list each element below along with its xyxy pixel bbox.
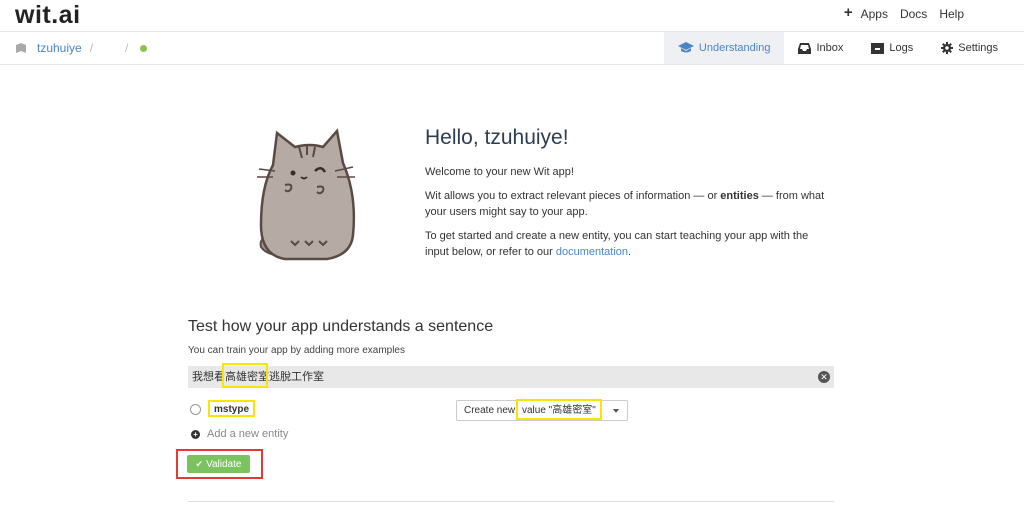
divider (188, 501, 834, 502)
welcome-title: Hello, tzuhuiye! (425, 126, 569, 149)
tab-understanding[interactable]: Understanding (663, 32, 785, 64)
welcome-instructions: To get started and create a new entity, … (425, 230, 809, 258)
nav-apps[interactable]: Apps (861, 7, 888, 21)
test-subtitle: You can train your app by adding more ex… (188, 345, 405, 356)
validate-button[interactable]: ✔ Validate (187, 455, 250, 473)
welcome-panel: Hello, tzuhuiye! Welcome to your new Wit… (425, 126, 835, 268)
add-entity-label: Add a new entity (207, 428, 289, 440)
plus-icon[interactable]: + (844, 5, 853, 21)
gear-icon (941, 42, 954, 54)
check-icon: ✔ (195, 459, 204, 469)
sentence-input[interactable]: 我想看高雄密室逃脫工作室 ✕ (188, 363, 834, 388)
tab-inbox[interactable]: Inbox (784, 32, 857, 64)
top-nav: + Apps Docs Help (844, 5, 976, 21)
tab-label: Logs (889, 42, 914, 54)
graduation-cap-icon (677, 42, 694, 53)
entity-name[interactable]: mstype (208, 400, 256, 417)
tab-settings[interactable]: Settings (927, 32, 1012, 64)
clear-icon[interactable]: ✕ (818, 371, 830, 383)
test-title: Test how your app understands a sentence (188, 318, 494, 335)
tab-label: Settings (958, 42, 998, 54)
nav-docs[interactable]: Docs (900, 7, 927, 21)
breadcrumb-separator: / (125, 41, 129, 55)
entity-row: mstype Create new value "高雄密室" (188, 399, 834, 421)
wit-logo[interactable]: wit.ai (15, 1, 81, 30)
documentation-link[interactable]: documentation (556, 246, 628, 258)
test-sentence-panel: Test how your app understands a sentence… (176, 318, 834, 479)
chevron-down-icon[interactable] (613, 409, 619, 413)
book-icon (16, 42, 26, 53)
add-entity-button[interactable]: + Add a new entity (191, 428, 288, 440)
welcome-text: Welcome to your new Wit app! (425, 166, 574, 178)
entity-highlight[interactable] (222, 363, 268, 388)
welcome-description: Wit allows you to extract relevant piece… (425, 190, 825, 218)
logs-icon (871, 42, 885, 54)
breadcrumb-separator: / (89, 41, 94, 55)
tab-logs[interactable]: Logs (857, 32, 927, 64)
app-tabs: Understanding Inbox Logs Settings (663, 32, 1012, 64)
top-bar: wit.ai + Apps Docs Help (0, 0, 1024, 32)
entity-value-select[interactable]: Create new value "高雄密室" (456, 399, 628, 421)
breadcrumb: tzuhuiye / / (15, 41, 148, 55)
breadcrumb-user[interactable]: tzuhuiye (37, 41, 82, 55)
pusheen-cat-illustration (257, 128, 356, 261)
entity-value: value "高雄密室" (516, 399, 602, 420)
entity-radio[interactable] (190, 404, 201, 415)
tab-label: Inbox (816, 42, 844, 54)
inbox-icon (798, 42, 812, 54)
plus-circle-icon: + (191, 429, 200, 439)
status-dot (140, 45, 148, 52)
create-value-label: Create new (464, 405, 516, 416)
nav-help[interactable]: Help (939, 7, 964, 21)
app-subbar: tzuhuiye / / Understanding Inbox Logs Se… (0, 32, 1024, 65)
tab-label: Understanding (698, 42, 771, 54)
